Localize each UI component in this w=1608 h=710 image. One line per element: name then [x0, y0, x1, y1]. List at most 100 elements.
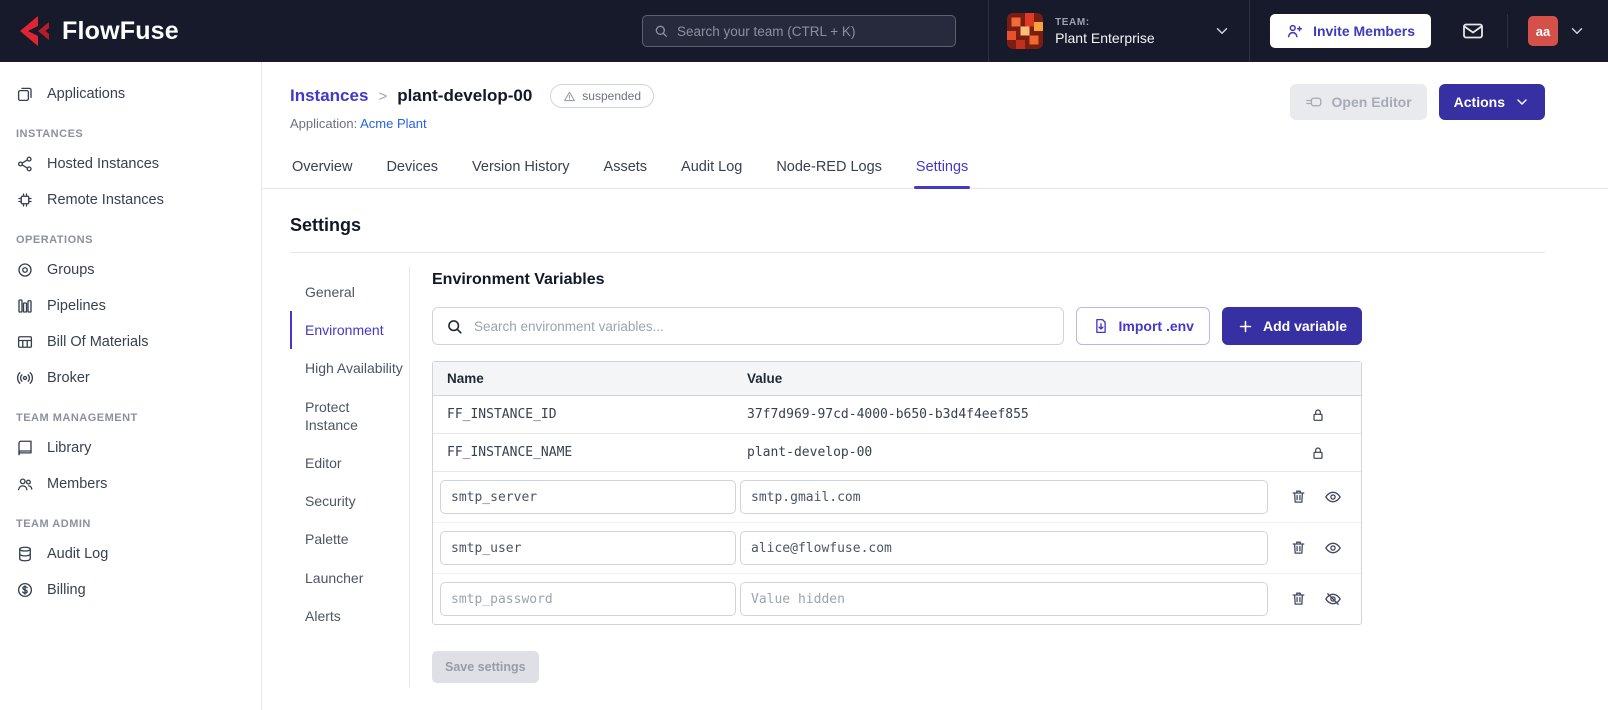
import-env-button[interactable]: Import .env [1075, 307, 1210, 345]
warning-icon [563, 90, 576, 103]
lock-icon [1310, 445, 1326, 461]
mail-icon [1461, 19, 1485, 43]
sidebar-item-library[interactable]: Library [0, 430, 261, 466]
team-icon [1007, 13, 1044, 49]
env-search-input[interactable] [474, 318, 1051, 334]
subnav-environment[interactable]: Environment [290, 311, 409, 350]
env-name-input[interactable] [440, 582, 736, 616]
env-name: FF_INSTANCE_NAME [447, 445, 573, 460]
editor-node-icon [1305, 93, 1323, 111]
subnav-high-availability[interactable]: High Availability [290, 349, 409, 387]
team-selector[interactable]: TEAM: Plant Enterprise [988, 0, 1251, 62]
sidebar-item-remote-instances[interactable]: Remote Instances [0, 182, 261, 218]
toggle-visibility-button[interactable] [1322, 588, 1344, 610]
tab-assets[interactable]: Assets [602, 147, 650, 188]
lock-icon [1310, 407, 1326, 423]
env-table: Name Value FF_INSTANCE_ID 37f7d969-97cd-… [432, 361, 1362, 625]
toggle-visibility-button[interactable] [1322, 486, 1344, 508]
actions-button[interactable]: Actions [1438, 84, 1545, 120]
sidebar-section-team-admin: TEAM ADMIN [16, 518, 91, 530]
status-badge: suspended [550, 84, 655, 108]
flowfuse-logo-icon [16, 13, 52, 49]
bill-of-materials-icon [16, 333, 34, 351]
pipelines-icon [16, 297, 34, 315]
actions-label: Actions [1453, 94, 1505, 110]
team-search[interactable] [642, 15, 956, 47]
row-actions [1275, 445, 1361, 461]
tab-devices[interactable]: Devices [384, 147, 440, 188]
user-menu[interactable]: aa [1508, 16, 1592, 46]
search-icon [653, 23, 669, 39]
team-search-input[interactable] [677, 23, 945, 39]
env-name-input[interactable] [440, 480, 736, 514]
add-variable-button[interactable]: Add variable [1221, 307, 1362, 345]
subnav-security[interactable]: Security [290, 482, 409, 520]
instance-tabs: Overview Devices Version History Assets … [262, 147, 1608, 189]
trash-icon [1290, 590, 1307, 608]
row-actions [1275, 407, 1361, 423]
env-search[interactable] [432, 307, 1064, 345]
page-title: plant-develop-00 [397, 86, 533, 105]
env-value-cell [738, 579, 1270, 619]
table-row [433, 472, 1361, 522]
env-value-input[interactable] [740, 480, 1268, 514]
status-badge-label: suspended [582, 89, 642, 103]
sidebar-item-groups[interactable]: Groups [0, 252, 261, 288]
sidebar-item-bill-of-materials[interactable]: Bill Of Materials [0, 324, 261, 360]
subnav-general[interactable]: General [290, 273, 409, 311]
tab-node-red-logs[interactable]: Node-RED Logs [774, 147, 884, 188]
breadcrumb-instances-link[interactable]: Instances [290, 86, 368, 106]
sidebar-item-hosted-instances[interactable]: Hosted Instances [0, 146, 261, 182]
row-actions [1270, 537, 1356, 559]
tab-version-history[interactable]: Version History [470, 147, 572, 188]
delete-variable-button[interactable] [1288, 537, 1309, 559]
subnav-editor[interactable]: Editor [290, 444, 409, 482]
flowfuse-logo[interactable]: FlowFuse [16, 13, 179, 49]
broker-icon [16, 369, 34, 387]
chevron-down-icon [1514, 94, 1530, 110]
trash-icon [1290, 539, 1307, 557]
sidebar-item-label: Members [47, 476, 108, 492]
toggle-visibility-button[interactable] [1322, 537, 1344, 559]
sidebar-item-label: Remote Instances [47, 192, 164, 208]
sidebar-item-members[interactable]: Members [0, 466, 261, 502]
chevron-down-icon [1568, 22, 1586, 40]
tab-settings[interactable]: Settings [913, 147, 971, 189]
delete-variable-button[interactable] [1288, 588, 1309, 610]
column-header-value: Value [747, 371, 783, 386]
table-row: FF_INSTANCE_ID 37f7d969-97cd-4000-b650-b… [433, 396, 1361, 434]
team-name: Plant Enterprise [1055, 29, 1155, 46]
top-navbar: FlowFuse TEAM: P [0, 0, 1608, 62]
invite-members-label: Invite Members [1313, 23, 1415, 39]
sidebar-item-pipelines[interactable]: Pipelines [0, 288, 261, 324]
subnav-palette[interactable]: Palette [290, 520, 409, 558]
env-name-input[interactable] [440, 531, 736, 565]
notifications-button[interactable] [1451, 14, 1508, 48]
save-settings-button[interactable]: Save settings [432, 651, 539, 683]
open-editor-button[interactable]: Open Editor [1289, 84, 1427, 120]
sidebar: Applications INSTANCES Hosted Instances … [0, 62, 262, 710]
sidebar-item-label: Audit Log [47, 546, 109, 562]
sidebar-item-label: Pipelines [47, 298, 106, 314]
sidebar-item-broker[interactable]: Broker [0, 360, 261, 396]
header-buttons: Open Editor Actions [1289, 84, 1545, 120]
page-header: Instances > plant-develop-00 suspended A… [262, 84, 1608, 131]
team-label: TEAM: [1055, 16, 1090, 28]
application-link[interactable]: Acme Plant [360, 116, 426, 131]
sidebar-item-billing[interactable]: Billing [0, 572, 261, 608]
sidebar-item-audit-log[interactable]: Audit Log [0, 536, 261, 572]
env-value-input[interactable] [740, 582, 1268, 616]
tab-overview[interactable]: Overview [290, 147, 354, 188]
subnav-protect-instance[interactable]: Protect Instance [290, 388, 409, 444]
env-value-input[interactable] [740, 531, 1268, 565]
delete-variable-button[interactable] [1288, 486, 1309, 508]
sidebar-section-operations: OPERATIONS [16, 234, 93, 246]
tab-audit-log[interactable]: Audit Log [679, 147, 744, 188]
subnav-alerts[interactable]: Alerts [290, 597, 409, 635]
env-value: plant-develop-00 [747, 445, 873, 460]
subnav-launcher[interactable]: Launcher [290, 559, 409, 597]
invite-members-button[interactable]: Invite Members [1270, 14, 1431, 48]
sidebar-item-applications[interactable]: Applications [0, 76, 261, 112]
env-name-cell [438, 477, 738, 517]
env-name-cell [438, 579, 738, 619]
